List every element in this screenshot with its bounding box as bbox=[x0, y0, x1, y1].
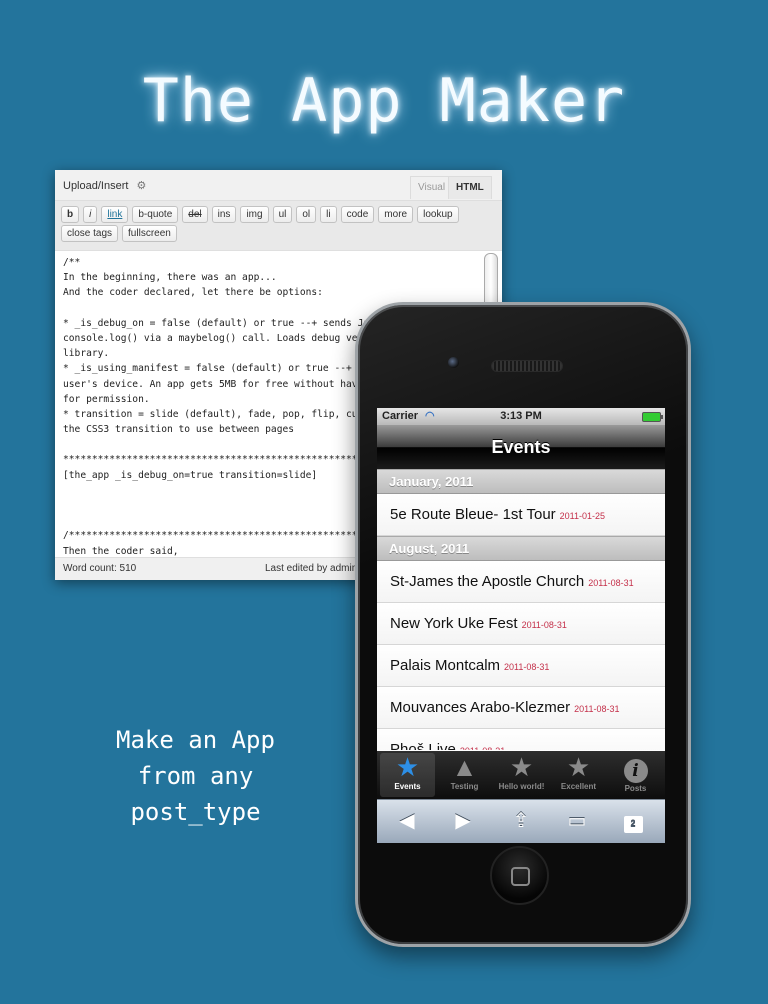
tab-visual[interactable]: Visual bbox=[410, 176, 454, 199]
iphone-device: Carrier ◠ 3:13 PM Events January, 2011 5e… bbox=[355, 302, 691, 947]
quicktag-del-button[interactable]: del bbox=[182, 206, 208, 223]
event-date: 2011-08-31 bbox=[460, 746, 505, 750]
section-header: January, 2011 bbox=[377, 469, 665, 494]
tab-html[interactable]: HTML bbox=[448, 176, 492, 199]
event-title: New York Uke Fest bbox=[390, 615, 518, 632]
word-count: Word count: 510 bbox=[63, 563, 137, 574]
forward-button[interactable]: ▶ bbox=[443, 808, 483, 834]
pages-icon: 2 bbox=[623, 816, 643, 833]
quicktag-bold-button[interactable]: b bbox=[61, 206, 80, 223]
code-line: /** bbox=[63, 257, 81, 268]
tab-label: Excellent bbox=[560, 782, 597, 791]
quicktag-ins-button[interactable]: ins bbox=[211, 206, 237, 223]
quicktag-code-button[interactable]: code bbox=[340, 206, 375, 223]
event-title: Phoš Live bbox=[390, 741, 456, 750]
event-date: 2011-08-31 bbox=[588, 578, 634, 588]
quicktag-lookup-button[interactable]: lookup bbox=[417, 206, 459, 223]
tab-events[interactable]: ★ Events bbox=[380, 753, 435, 797]
headline: The App Maker bbox=[142, 66, 626, 136]
phone-screen: Carrier ◠ 3:13 PM Events January, 2011 5e… bbox=[377, 408, 665, 843]
bookmarks-button[interactable]: ▭ bbox=[557, 808, 597, 834]
quicktag-fullscreen-button[interactable]: fullscreen bbox=[122, 225, 177, 242]
home-square-icon bbox=[511, 867, 530, 886]
tab-hello-world[interactable]: ★ Hello world! bbox=[494, 753, 549, 797]
code-line: In the beginning, there was an app... bbox=[63, 272, 277, 284]
event-row[interactable]: Palais Montcalm 2011-08-31 bbox=[377, 645, 665, 687]
event-row[interactable]: St-James the Apostle Church 2011-08-31 bbox=[377, 561, 665, 603]
star-icon: ★ bbox=[395, 752, 420, 782]
status-bar: Carrier ◠ 3:13 PM bbox=[377, 408, 665, 425]
tagline-line: post_type bbox=[130, 798, 261, 826]
back-button[interactable]: ◀ bbox=[387, 808, 427, 834]
event-title: Palais Montcalm bbox=[390, 657, 501, 674]
quicktag-link-button[interactable]: link bbox=[101, 206, 129, 223]
star-icon: ★ bbox=[566, 752, 591, 782]
event-row[interactable]: New York Uke Fest 2011-08-31 bbox=[377, 603, 665, 645]
tab-bar: ★ Events ▲ Testing ★ Hello world! ★ Excellent i P… bbox=[377, 751, 665, 799]
tab-testing[interactable]: ▲ Testing bbox=[437, 753, 492, 797]
share-button[interactable]: ⇪ bbox=[501, 808, 541, 834]
quicktag-bquote-button[interactable]: b-quote bbox=[132, 206, 179, 223]
editor-header: Upload/Insert ⚙ Visual HTML bbox=[55, 170, 502, 200]
home-button[interactable] bbox=[490, 846, 549, 905]
quicktag-ol-button[interactable]: ol bbox=[296, 206, 317, 223]
quicktag-ul-button[interactable]: ul bbox=[272, 206, 293, 223]
tab-label: Posts bbox=[624, 784, 647, 793]
code-line: And the coder declared, let there be opt… bbox=[63, 287, 323, 299]
front-camera bbox=[448, 357, 459, 368]
event-row[interactable]: 5e Route Bleue- 1st Tour 2011-01-25 bbox=[377, 494, 665, 536]
nav-title: Events bbox=[377, 425, 665, 469]
status-time: 3:13 PM bbox=[500, 410, 542, 422]
event-row[interactable]: Mouvances Arabo-Klezmer 2011-08-31 bbox=[377, 687, 665, 729]
battery-icon bbox=[642, 412, 663, 422]
event-title: 5e Route Bleue- 1st Tour bbox=[390, 506, 556, 523]
gear-icon: ⚙ bbox=[136, 180, 147, 192]
event-row[interactable]: Phoš Live 2011-08-31 bbox=[377, 729, 665, 750]
tab-label: Testing bbox=[450, 782, 479, 791]
quicktag-close-tags-button[interactable]: close tags bbox=[61, 225, 119, 242]
quicktag-img-button[interactable]: img bbox=[240, 206, 269, 223]
quicktag-more-button[interactable]: more bbox=[378, 206, 414, 223]
pages-button[interactable]: 2 bbox=[613, 808, 653, 834]
tab-label: Hello world! bbox=[498, 782, 545, 791]
triangle-icon: ▲ bbox=[451, 752, 478, 782]
event-list[interactable]: January, 2011 5e Route Bleue- 1st Tour 201… bbox=[377, 469, 665, 750]
event-date: 2011-08-31 bbox=[521, 620, 567, 630]
event-title: Mouvances Arabo-Klezmer bbox=[390, 699, 571, 716]
upload-insert-link[interactable]: Upload/Insert ⚙ bbox=[63, 179, 146, 192]
tab-excellent[interactable]: ★ Excellent bbox=[551, 753, 606, 797]
tagline: Make an App from any post_type bbox=[88, 722, 303, 830]
tab-label: Events bbox=[394, 782, 421, 791]
event-date: 2011-01-25 bbox=[559, 511, 606, 521]
quicktag-li-button[interactable]: li bbox=[320, 206, 337, 223]
star-icon: ★ bbox=[509, 752, 534, 782]
section-header: August, 2011 bbox=[377, 536, 665, 561]
safari-toolbar: ◀ ▶ ⇪ ▭ 2 bbox=[377, 799, 665, 843]
tab-posts[interactable]: i Posts bbox=[608, 753, 663, 797]
tagline-line: Make an App bbox=[116, 726, 275, 754]
quicktags-toolbar: b i link b-quote del ins img ul ol li co… bbox=[55, 200, 502, 250]
info-icon: i bbox=[608, 753, 663, 783]
event-date: 2011-08-31 bbox=[574, 704, 620, 714]
event-title: St-James the Apostle Church bbox=[390, 573, 585, 590]
tagline-line: from any bbox=[137, 762, 254, 790]
quicktag-italic-button[interactable]: i bbox=[83, 206, 98, 223]
event-date: 2011-08-31 bbox=[504, 662, 550, 672]
earpiece-speaker bbox=[491, 360, 563, 372]
